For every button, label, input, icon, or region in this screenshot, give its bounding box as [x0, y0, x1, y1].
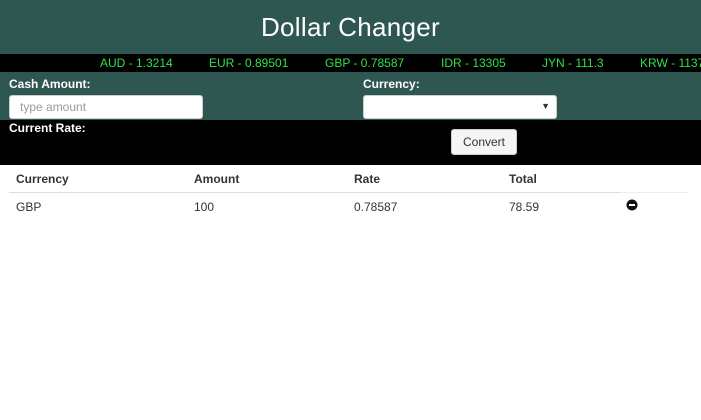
cell-currency: GBP: [16, 200, 42, 214]
remove-circle-icon[interactable]: [626, 199, 638, 211]
conversion-table: Currency Amount Rate Total GBP 100 0.785…: [9, 166, 689, 219]
header-total: Total: [509, 172, 537, 186]
header-rate: Rate: [354, 172, 381, 186]
cash-amount-label: Cash Amount:: [9, 77, 91, 91]
currency-label: Currency:: [363, 77, 420, 91]
conversion-form: Cash Amount: Currency: ▼: [0, 72, 701, 120]
ticker-item-krw: KRW - 1137: [640, 56, 701, 70]
cell-rate: 0.78587: [354, 200, 398, 214]
current-rate-label: Current Rate:: [9, 121, 86, 135]
app-header: Dollar Changer: [0, 0, 701, 54]
ticker-item-gbp: GBP - 0.78587: [325, 56, 405, 70]
convert-button[interactable]: Convert: [451, 129, 517, 155]
rate-ticker: AUD - 1.3214 EUR - 0.89501 GBP - 0.78587…: [0, 54, 701, 72]
cell-amount: 100: [194, 200, 215, 214]
currency-select[interactable]: ▼: [363, 95, 557, 119]
ticker-item-eur: EUR - 0.89501: [209, 56, 289, 70]
table-row: GBP 100 0.78587 78.59: [9, 193, 689, 219]
cell-total: 78.59: [509, 200, 540, 214]
cash-amount-input[interactable]: [9, 95, 203, 119]
header-currency: Currency: [16, 172, 69, 186]
ticker-item-aud: AUD - 1.3214: [100, 56, 173, 70]
rate-panel: Current Rate: Convert: [0, 120, 701, 165]
caret-down-icon: ▼: [541, 101, 550, 111]
table-header-row: Currency Amount Rate Total: [9, 166, 620, 193]
header-amount: Amount: [194, 172, 240, 186]
ticker-item-jyn: JYN - 111.3: [542, 56, 604, 70]
ticker-item-idr: IDR - 13305: [441, 56, 506, 70]
page-title: Dollar Changer: [260, 11, 441, 42]
